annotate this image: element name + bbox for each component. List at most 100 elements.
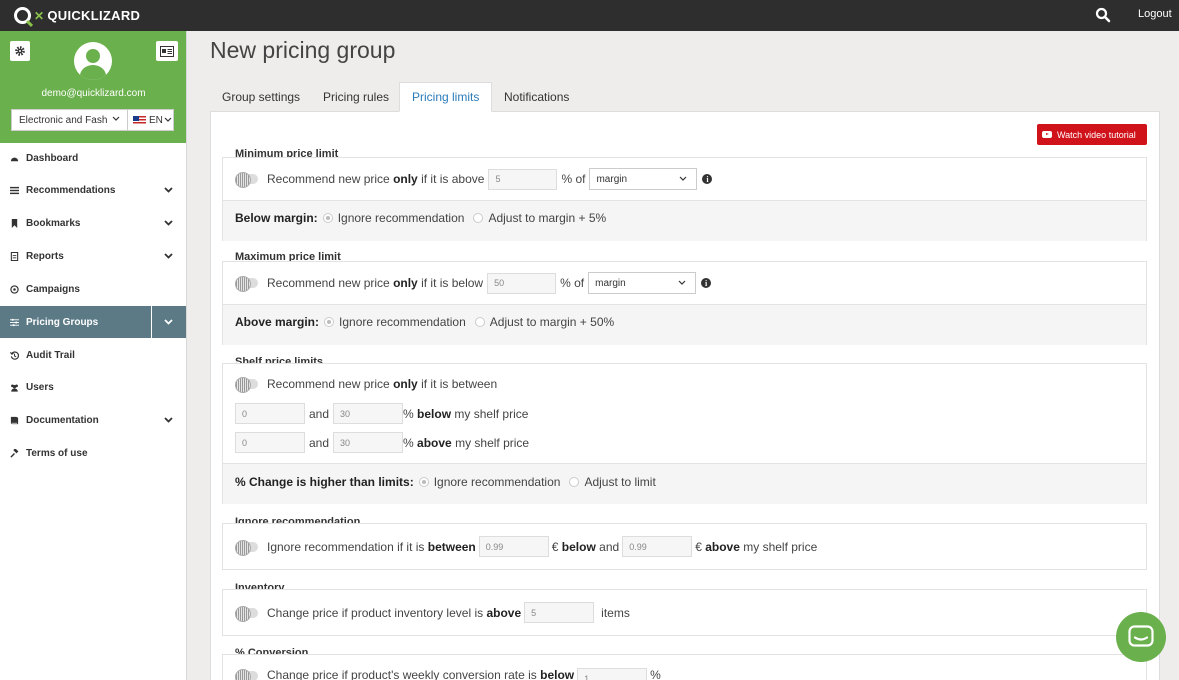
shelf-above-to-input[interactable]: 30 <box>333 432 404 453</box>
sidebar-item-dashboard[interactable]: Dashboard <box>0 142 186 174</box>
sidebar-item-label: Dashboard <box>26 152 79 164</box>
dashboard-icon <box>10 154 19 163</box>
shelf-change-ignore-radio[interactable] <box>418 477 429 487</box>
sidebar-item-label: Pricing Groups <box>26 316 99 328</box>
users-icon <box>10 383 19 392</box>
tab-group-settings[interactable]: Group settings <box>210 82 312 112</box>
max-limit-toggle[interactable] <box>235 276 258 292</box>
store-select-value: Electronic and Fashion <box>19 114 107 126</box>
gear-icon <box>15 46 25 56</box>
shelf-change-adjust-radio[interactable] <box>569 477 580 487</box>
settings-button[interactable] <box>10 41 30 61</box>
tab-pricing-limits[interactable]: Pricing limits <box>399 82 493 112</box>
tab-pricing-rules[interactable]: Pricing rules <box>311 82 401 112</box>
sidebar-item-label: Bookmarks <box>26 217 81 229</box>
watch-video-label: Watch video tutorial <box>1057 129 1136 140</box>
chat-icon <box>1128 625 1154 647</box>
search-icon[interactable] <box>1095 7 1111 23</box>
max-limit-input[interactable]: 50 <box>487 272 557 294</box>
shelf-above-from-input[interactable]: 0 <box>235 432 305 453</box>
sidebar-item-pricing-groups[interactable]: Pricing Groups <box>0 306 186 338</box>
sidebar-item-campaigns[interactable]: Campaigns <box>0 273 186 305</box>
max-limit-row: Recommend new price only if it is below … <box>235 272 712 294</box>
gavel-icon <box>10 448 19 458</box>
chevron-down-icon <box>164 117 172 122</box>
min-limit-input[interactable]: 5 <box>488 168 558 190</box>
brand-logo[interactable]: ✕ QUICKLIZARD <box>14 7 140 24</box>
shelf-above-row: 0 and 30 % above my shelf price <box>235 432 529 453</box>
sidebar-item-label: Users <box>26 381 54 393</box>
sidebar-item-recommendations[interactable]: Recommendations <box>0 174 186 206</box>
sliders-icon <box>10 318 19 327</box>
store-select[interactable]: Electronic and Fashion <box>11 109 128 131</box>
profile-panel: demo@quicklizard.com Electronic and Fash… <box>0 31 186 143</box>
lizard-icon: ✕ <box>34 8 45 23</box>
below-margin-ignore-radio[interactable] <box>322 213 333 223</box>
sidebar-item-label: Campaigns <box>26 283 80 295</box>
sidebar-item-documentation[interactable]: Documentation <box>0 404 186 436</box>
sidebar-item-label: Reports <box>26 250 64 262</box>
below-margin-adjust-radio[interactable] <box>473 213 484 223</box>
history-icon <box>10 350 19 360</box>
chevron-down-icon[interactable] <box>163 251 174 261</box>
shelf-limits-toggle[interactable] <box>235 377 258 393</box>
watch-video-button[interactable]: Watch video tutorial <box>1037 124 1147 145</box>
chevron-down-icon <box>680 176 687 181</box>
chat-launcher-button[interactable] <box>1116 612 1166 662</box>
shelf-below-from-input[interactable]: 0 <box>235 403 305 424</box>
sidebar-item-bookmarks[interactable]: Bookmarks <box>0 207 186 239</box>
book-icon <box>10 416 19 425</box>
info-icon[interactable]: i <box>702 174 713 184</box>
sidebar-item-users[interactable]: Users <box>0 371 186 403</box>
report-icon <box>10 251 19 261</box>
above-margin-ignore-radio[interactable] <box>324 317 335 327</box>
min-limit-row: Recommend new price only if it is above … <box>235 168 713 190</box>
shelf-below-row: 0 and 30 % below my shelf price <box>235 403 528 424</box>
shelf-limits-row: Recommend new price only if it is betwee… <box>235 377 497 393</box>
chevron-down-icon[interactable] <box>163 185 174 195</box>
shelf-below-to-input[interactable]: 30 <box>333 403 404 424</box>
top-bar: ✕ QUICKLIZARD Logout <box>0 0 1179 31</box>
chevron-down-icon[interactable] <box>163 317 174 327</box>
profile-card-button[interactable] <box>156 41 178 61</box>
target-icon <box>10 284 19 294</box>
sidebar-item-label: Terms of use <box>26 447 88 459</box>
max-limit-basis-select[interactable]: margin <box>588 272 697 294</box>
avatar <box>74 42 112 80</box>
min-limit-toggle[interactable] <box>235 172 258 188</box>
sidebar-item-audit-trail[interactable]: Audit Trail <box>0 339 186 371</box>
conversion-input[interactable]: 1 <box>577 668 648 680</box>
logout-link[interactable]: Logout <box>1138 8 1172 20</box>
ignore-toggle[interactable] <box>235 539 258 556</box>
user-email: demo@quicklizard.com <box>41 88 146 99</box>
inventory-toggle[interactable] <box>235 605 258 622</box>
inventory-input[interactable]: 5 <box>524 602 595 623</box>
sidebar-item-reports[interactable]: Reports <box>0 240 186 272</box>
conversion-toggle[interactable] <box>235 669 258 680</box>
ignore-above-input[interactable]: 0.99 <box>622 536 693 557</box>
sidebar-item-label: Audit Trail <box>26 349 75 361</box>
id-card-icon <box>160 45 174 57</box>
tab-notifications[interactable]: Notifications <box>492 82 581 112</box>
list-icon <box>10 186 19 195</box>
sidebar-item-terms-of-use[interactable]: Terms of use <box>0 437 186 469</box>
shelf-change-row: % Change is higher than limits: Ignore r… <box>235 475 656 489</box>
above-margin-adjust-radio[interactable] <box>474 317 485 327</box>
sidebar-item-label: Documentation <box>26 414 99 426</box>
brand-name: QUICKLIZARD <box>47 8 141 23</box>
sidebar: demo@quicklizard.com Electronic and Fash… <box>0 31 187 680</box>
chevron-down-icon[interactable] <box>163 218 174 228</box>
ignore-below-input[interactable]: 0.99 <box>478 536 549 557</box>
below-margin-row: Below margin: Ignore recommendation Adju… <box>235 211 607 225</box>
us-flag-icon <box>133 115 146 125</box>
chevron-down-icon <box>678 280 686 285</box>
min-limit-basis-select[interactable]: margin <box>589 168 698 190</box>
inventory-row: Change price if product inventory level … <box>235 602 630 623</box>
info-icon[interactable]: i <box>701 278 712 288</box>
language-value: EN <box>149 114 163 126</box>
page-title: New pricing group <box>210 37 396 63</box>
chevron-down-icon[interactable] <box>163 415 174 425</box>
conversion-row: Change price if product's weekly convers… <box>235 668 661 680</box>
language-select[interactable]: EN <box>128 109 174 131</box>
above-margin-row: Above margin: Ignore recommendation Adju… <box>235 315 615 329</box>
